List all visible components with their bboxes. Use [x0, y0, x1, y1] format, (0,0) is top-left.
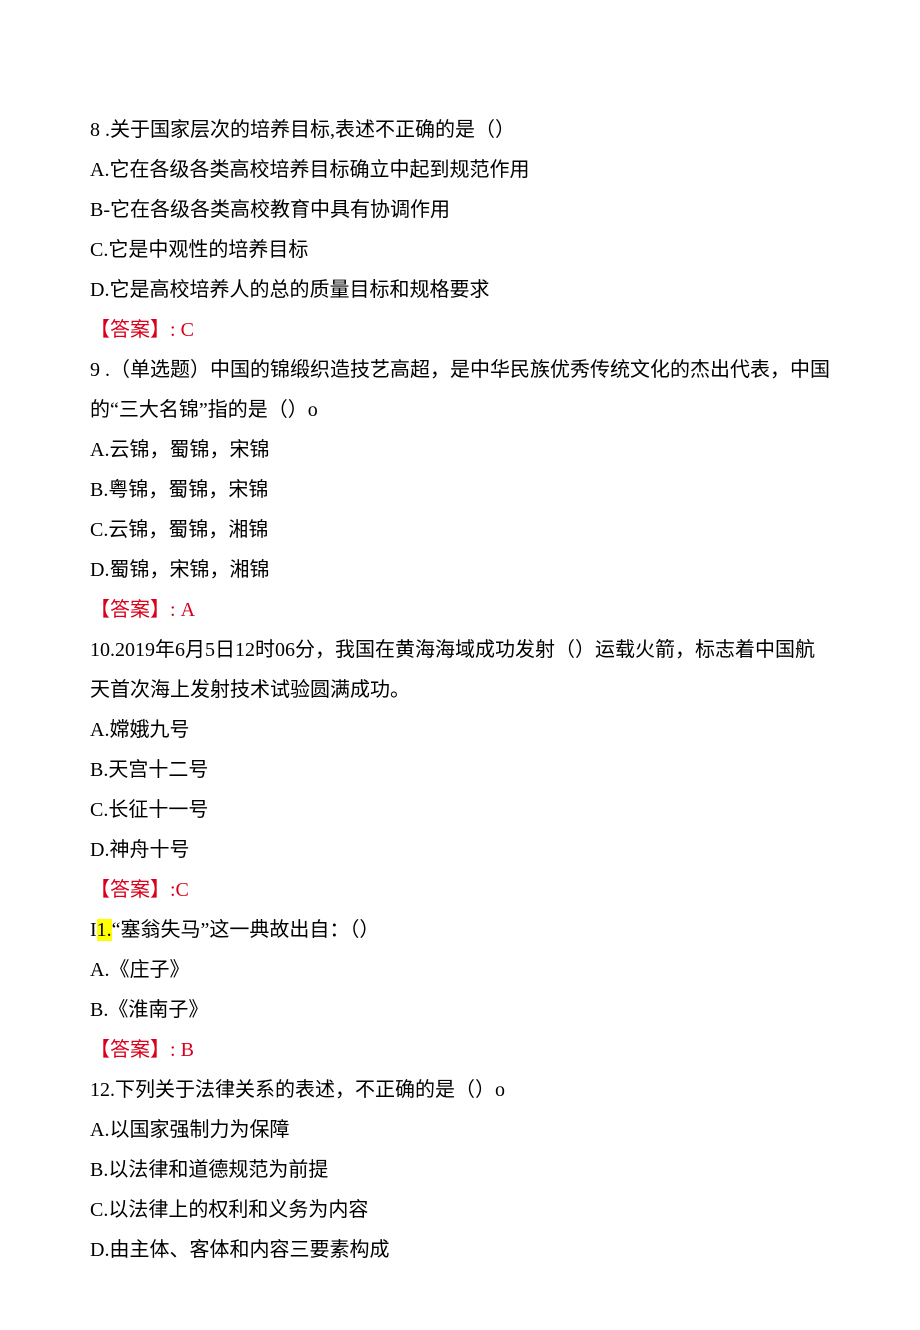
- q11-stem: I1.“塞翁失马”这一典故出自：（）: [90, 910, 830, 950]
- q9-option-a: A.云锦，蜀锦，宋锦: [90, 430, 830, 470]
- q10-option-d: D.神舟十号: [90, 830, 830, 870]
- q10-stem: 10.2019年6月5日12时06分，我国在黄海海域成功发射（）运载火箭，标志着…: [90, 630, 830, 710]
- q12-stem: 12.下列关于法律关系的表述，不正确的是（）o: [90, 1070, 830, 1110]
- q8-answer: 【答案】: C: [90, 310, 830, 350]
- q9-stem: 9 .（单选题）中国的锦缎织造技艺高超，是中华民族优秀传统文化的杰出代表，中国的…: [90, 350, 830, 430]
- q8-option-d: D.它是高校培养人的总的质量目标和规格要求: [90, 270, 830, 310]
- q12-option-b: B.以法律和道德规范为前提: [90, 1150, 830, 1190]
- q8-stem: 8 .关于国家层次的培养目标,表述不正确的是（）: [90, 110, 830, 150]
- q12-option-d: D.由主体、客体和内容三要素构成: [90, 1230, 830, 1270]
- q9-option-c: C.云锦，蜀锦，湘锦: [90, 510, 830, 550]
- q8-answer-label: 【答案】:: [90, 319, 176, 341]
- page-content: 8 .关于国家层次的培养目标,表述不正确的是（） A.它在各级各类高校培养目标确…: [0, 0, 920, 1330]
- q10-option-b: B.天宫十二号: [90, 750, 830, 790]
- q9-answer: 【答案】: A: [90, 590, 830, 630]
- q11-answer: 【答案】: B: [90, 1030, 830, 1070]
- q9-answer-label: 【答案】:: [90, 599, 176, 621]
- q11-option-b: B.《淮南子》: [90, 990, 830, 1030]
- q8-option-b: B-它在各级各类高校教育中具有协调作用: [90, 190, 830, 230]
- q11-answer-value: B: [176, 1039, 194, 1061]
- q10-option-c: C.长征十一号: [90, 790, 830, 830]
- q11-rest: “塞翁失马”这一典故出自：（）: [112, 919, 380, 941]
- q9-option-b: B.粤锦，蜀锦，宋锦: [90, 470, 830, 510]
- q11-option-a: A.《庄子》: [90, 950, 830, 990]
- q9-option-d: D.蜀锦，宋锦，湘锦: [90, 550, 830, 590]
- q9-answer-value: A: [176, 599, 195, 621]
- q11-answer-label: 【答案】:: [90, 1039, 176, 1061]
- q12-option-a: A.以国家强制力为保障: [90, 1110, 830, 1150]
- q10-answer: 【答案】:C: [90, 870, 830, 910]
- q10-option-a: A.嫦娥九号: [90, 710, 830, 750]
- q8-option-a: A.它在各级各类高校培养目标确立中起到规范作用: [90, 150, 830, 190]
- q11-highlight: 1.: [97, 919, 112, 941]
- q8-answer-value: C: [176, 319, 194, 341]
- q12-option-c: C.以法律上的权利和义务为内容: [90, 1190, 830, 1230]
- q11-prefix: I: [90, 919, 97, 941]
- q8-option-c: C.它是中观性的培养目标: [90, 230, 830, 270]
